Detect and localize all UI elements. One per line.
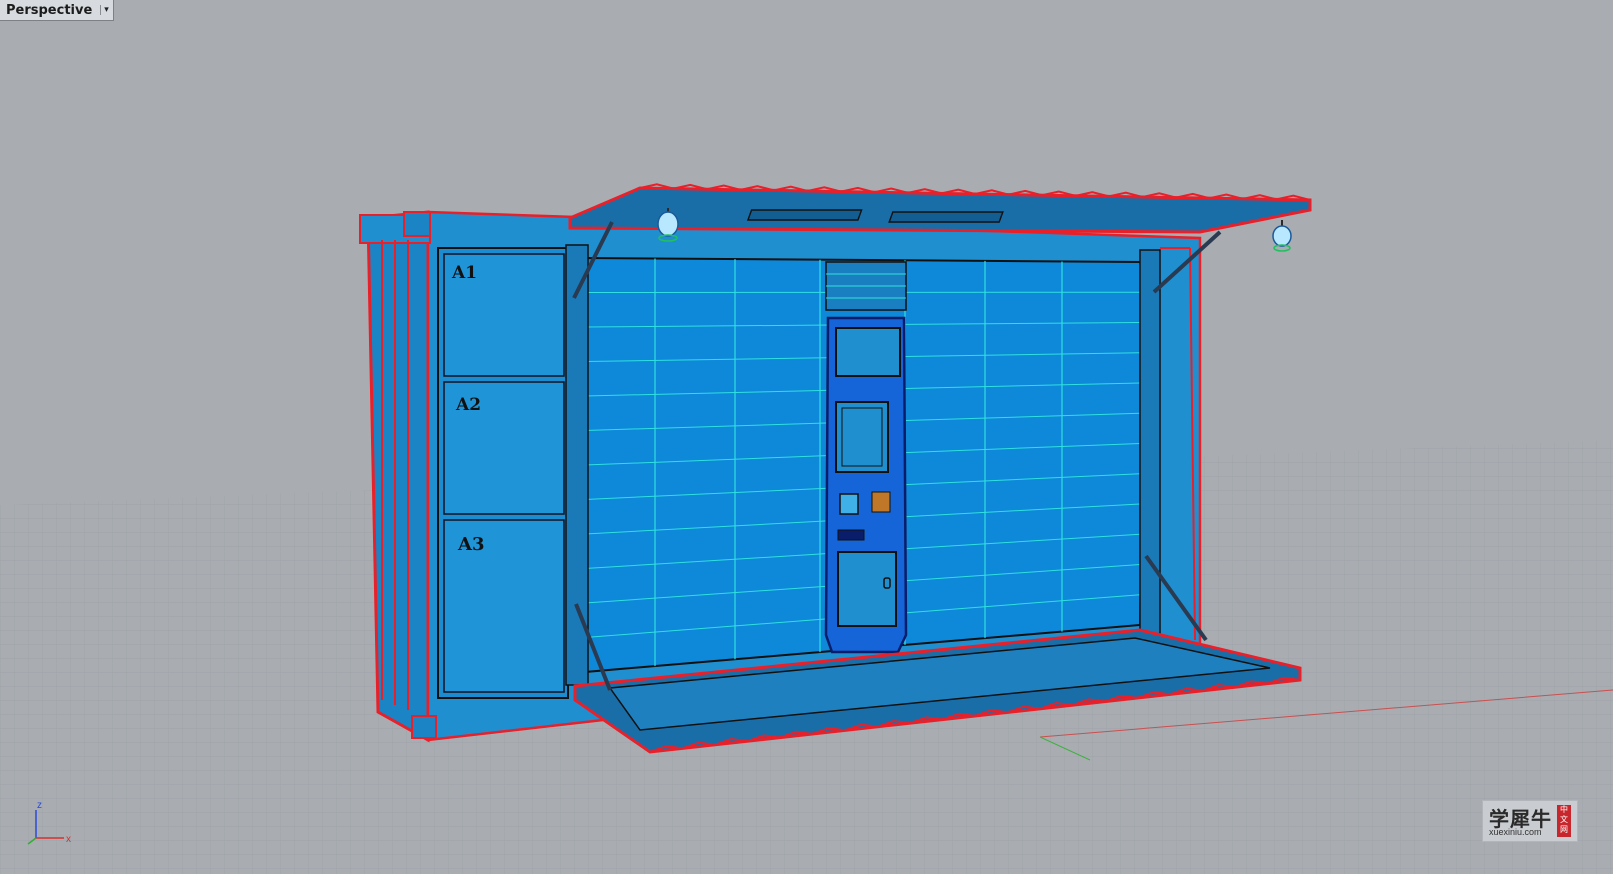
left-locker-column[interactable] [437, 247, 569, 699]
kiosk-top-screen [835, 327, 901, 377]
locker-label-a3: A3 [457, 534, 485, 555]
kiosk-keypad[interactable] [871, 491, 891, 513]
watermark-logo: 学犀牛 xuexiniu.com 中文网 [1482, 800, 1578, 842]
watermark-seal: 中文网 [1557, 805, 1571, 837]
kiosk-touch-screen[interactable] [835, 401, 889, 473]
locker-label-a1: A1 [451, 263, 477, 283]
ceiling-lamp-right-icon [1272, 220, 1292, 252]
kiosk-terminal[interactable] [824, 261, 908, 654]
kiosk-card-reader[interactable] [839, 493, 859, 515]
top-awning[interactable] [568, 183, 1312, 234]
kiosk-receipt-slot[interactable] [837, 529, 865, 541]
viewport-menu-caret-icon[interactable]: ▾ [100, 5, 109, 15]
watermark-url: xuexiniu.com [1489, 827, 1542, 837]
viewport-title-tab[interactable]: Perspective ▾ [0, 0, 114, 21]
kiosk-cabinet-door[interactable] [837, 551, 897, 627]
axis-z-label: z [37, 800, 42, 811]
axis-x-label: x [66, 834, 71, 845]
viewport-canvas[interactable]: A1 A2 A3 z x [0, 0, 1613, 874]
viewport-title: Perspective [6, 2, 93, 18]
perspective-viewport[interactable]: A1 A2 A3 z x Perspective ▾ 学犀牛 xuexiniu.… [0, 0, 1613, 874]
locker-label-a2: A2 [455, 395, 481, 415]
